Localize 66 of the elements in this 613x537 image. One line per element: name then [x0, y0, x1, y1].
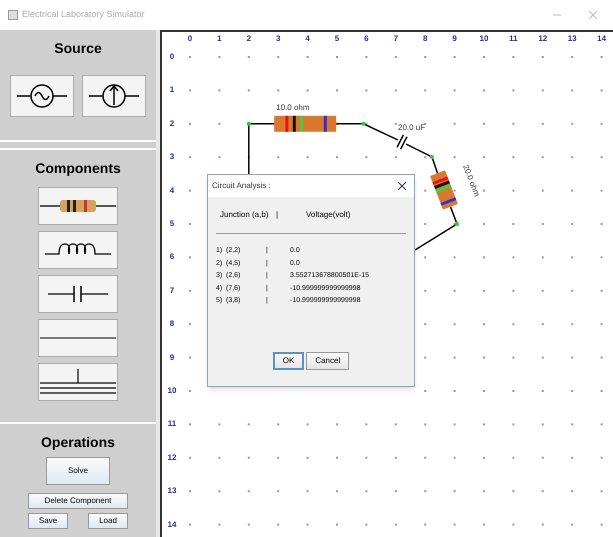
- row-number: 13: [168, 485, 176, 498]
- capacitor-icon: [48, 284, 108, 304]
- wire-icon: [40, 336, 116, 340]
- palette-item[interactable]: [38, 275, 118, 313]
- resistor: [274, 116, 336, 132]
- column-number: 0: [188, 33, 192, 45]
- column-number: 14: [597, 33, 606, 45]
- junction-dot: [246, 122, 251, 126]
- close-icon[interactable]: [398, 182, 406, 190]
- row-number: 4: [170, 184, 174, 197]
- junction-dot: [430, 155, 434, 159]
- palette-item[interactable]: [10, 75, 74, 117]
- column-number: 1: [217, 33, 222, 45]
- row-number: 5: [170, 218, 174, 230]
- column-number: 5: [334, 33, 340, 45]
- row-number: 9: [170, 352, 174, 364]
- column-number: 12: [538, 33, 548, 45]
- capacitor-label: 20.0 uF: [398, 123, 426, 132]
- row-number: 11: [168, 418, 176, 430]
- column-number: 4: [305, 33, 310, 45]
- palette-item[interactable]: [38, 231, 118, 269]
- palette-item[interactable]: [82, 75, 146, 117]
- section-title: Source: [54, 39, 102, 58]
- column-number: 3: [276, 33, 280, 45]
- ground-icon: [40, 369, 116, 395]
- dialog-title: Circuit Analysis :: [212, 180, 271, 192]
- row-number: 3: [170, 151, 174, 164]
- row-number: 14: [168, 518, 176, 531]
- column-number: 11: [509, 33, 518, 45]
- save-button[interactable]: Save: [28, 513, 68, 529]
- window-title: Electrical Laboratory Simulator: [22, 8, 145, 22]
- column-number: 6: [364, 33, 369, 45]
- load-button[interactable]: Load: [88, 513, 128, 529]
- dialog-button[interactable]: OK: [272, 352, 304, 370]
- row-number: 10: [168, 385, 176, 397]
- resistor-label: 20.0 ohm: [461, 164, 482, 198]
- section-title: Operations: [41, 433, 115, 452]
- row-number: 7: [170, 284, 174, 297]
- palette-item[interactable]: [38, 187, 118, 225]
- wire: [336, 123, 398, 141]
- row-number: 1: [170, 84, 174, 96]
- section-title: Components: [35, 159, 121, 178]
- row-number: 0: [170, 51, 174, 63]
- column-header: Voltage(volt): [306, 209, 350, 221]
- row-number: 8: [170, 318, 174, 330]
- resistor-label: 10.0 ohm: [276, 102, 310, 112]
- palette-item[interactable]: [38, 363, 118, 401]
- column-separator: |: [276, 209, 280, 221]
- column-number: 9: [452, 33, 457, 45]
- capacitor: [396, 134, 408, 150]
- junction-dot: [361, 122, 366, 126]
- row-number: 6: [170, 251, 174, 264]
- row-number: 2: [170, 118, 174, 130]
- column-number: 10: [480, 33, 488, 45]
- column-number: 7: [394, 33, 398, 45]
- solve-button[interactable]: Solve: [46, 457, 110, 485]
- column-number: 8: [422, 33, 428, 45]
- dialog-button[interactable]: Cancel: [306, 352, 350, 370]
- delete-component-button[interactable]: Delete Component: [28, 493, 128, 509]
- column-number: 13: [568, 33, 577, 45]
- column-header: Junction (a,b): [220, 209, 270, 221]
- junction-dot: [455, 222, 459, 226]
- resistor-icon: [40, 197, 116, 215]
- column-number: 2: [246, 33, 252, 45]
- row-number: 12: [168, 452, 176, 464]
- app-icon: [8, 10, 18, 20]
